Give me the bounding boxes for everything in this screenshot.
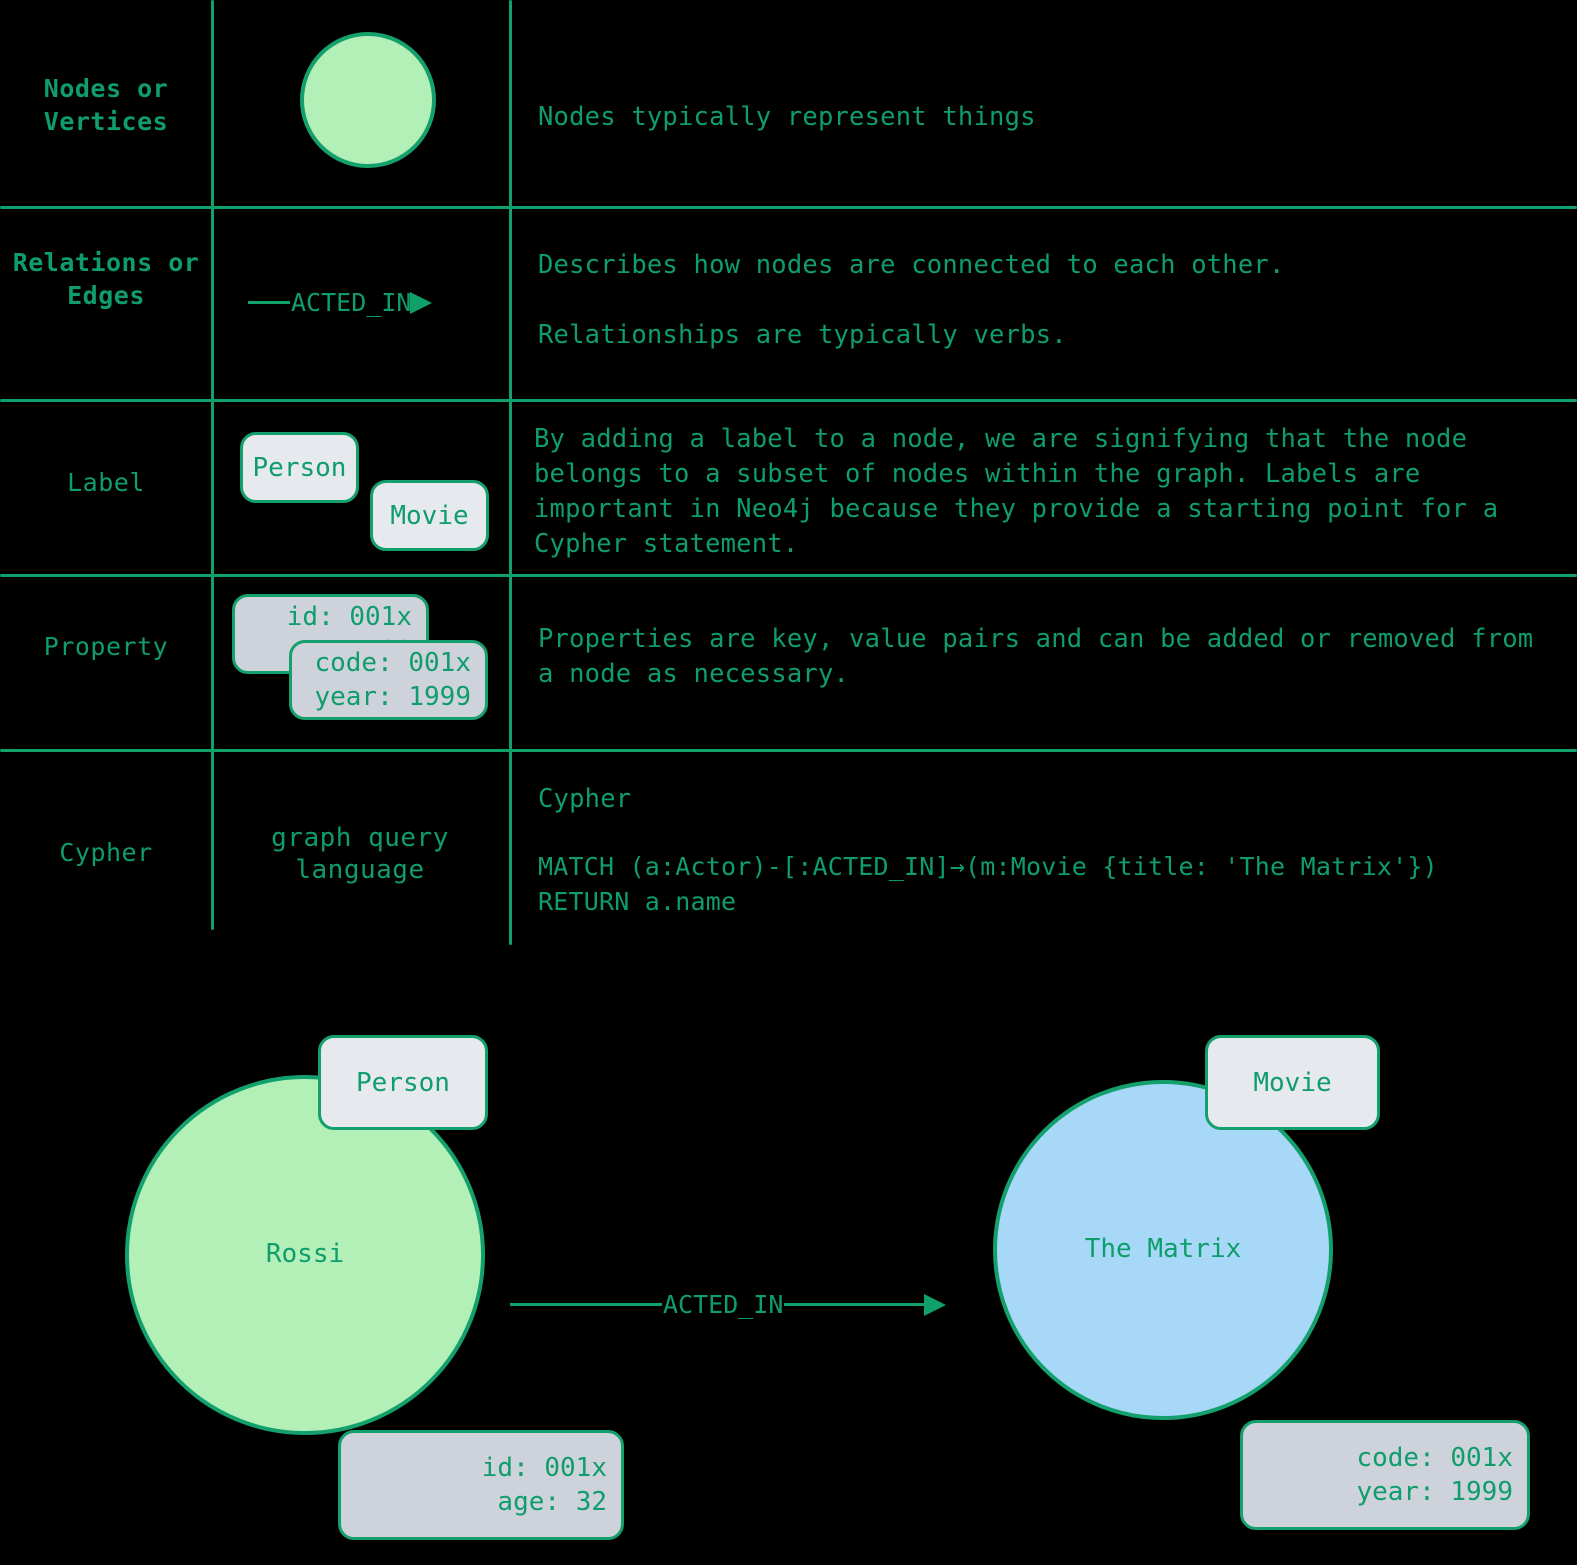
legend-middle-cypher: graph query language bbox=[271, 823, 449, 885]
legend-description-cypher-code: MATCH (a:Actor)-[:ACTED_IN]→(m:Movie {ti… bbox=[538, 852, 1438, 916]
table-row-divider-3 bbox=[0, 574, 1577, 577]
table-row-divider-4 bbox=[0, 749, 1577, 752]
legend-term-label: Label bbox=[67, 468, 145, 497]
node-circle-example bbox=[300, 32, 436, 168]
arrow-head-icon bbox=[410, 291, 433, 314]
table-column-divider-1 bbox=[211, 0, 214, 930]
graph-arrow-head-icon bbox=[924, 1293, 947, 1316]
legend-term-relations: Relations or Edges bbox=[12, 248, 200, 310]
relationship-arrow-example: ACTED_IN bbox=[248, 288, 433, 317]
legend-description-label: By adding a label to a node, we are sign… bbox=[534, 424, 1514, 559]
legend-description-relations: Describes how nodes are connected to eac… bbox=[538, 250, 1285, 350]
arrow-shaft bbox=[248, 301, 290, 304]
legend-term-cypher: Cypher bbox=[59, 838, 153, 867]
graph-relationship-arrow: ACTED_IN bbox=[510, 1290, 947, 1319]
graph-arrow-label: ACTED_IN bbox=[663, 1290, 784, 1319]
legend-description-nodes: Nodes typically represent things bbox=[538, 102, 1036, 132]
legend-table: Nodes or Vertices Nodes typically repres… bbox=[0, 0, 1577, 950]
legend-term-property: Property bbox=[43, 632, 169, 661]
legend-description-cypher-heading: Cypher bbox=[538, 784, 632, 814]
graph-label-chip-person: Person bbox=[318, 1035, 488, 1130]
legend-term-nodes: Nodes or Vertices bbox=[43, 74, 169, 136]
table-row-divider-2 bbox=[0, 399, 1577, 402]
graph-property-chip-movie: code: 001x year: 1999 bbox=[1240, 1420, 1530, 1530]
graph-arrow-shaft-left bbox=[510, 1303, 662, 1306]
graph-node-movie-caption: The Matrix bbox=[1084, 1234, 1242, 1264]
legend-description-property: Properties are key, value pairs and can … bbox=[538, 624, 1549, 689]
graph-node-person-caption: Rossi bbox=[265, 1239, 345, 1269]
arrow-label: ACTED_IN bbox=[291, 288, 412, 317]
graph-example-figure: Rossi Person id: 001x age: 32 ACTED_IN T… bbox=[0, 980, 1577, 1565]
table-column-divider-2 bbox=[509, 0, 512, 945]
graph-property-chip-person: id: 001x age: 32 bbox=[338, 1430, 624, 1540]
property-chip-movie: code: 001x year: 1999 bbox=[289, 640, 488, 720]
table-row-divider-1 bbox=[0, 206, 1577, 209]
graph-node-movie[interactable]: The Matrix bbox=[993, 1080, 1333, 1420]
graph-arrow-shaft-right bbox=[784, 1303, 927, 1306]
graph-label-chip-movie: Movie bbox=[1205, 1035, 1380, 1130]
label-chip-movie: Movie bbox=[370, 480, 489, 551]
label-chip-person: Person bbox=[240, 432, 359, 503]
